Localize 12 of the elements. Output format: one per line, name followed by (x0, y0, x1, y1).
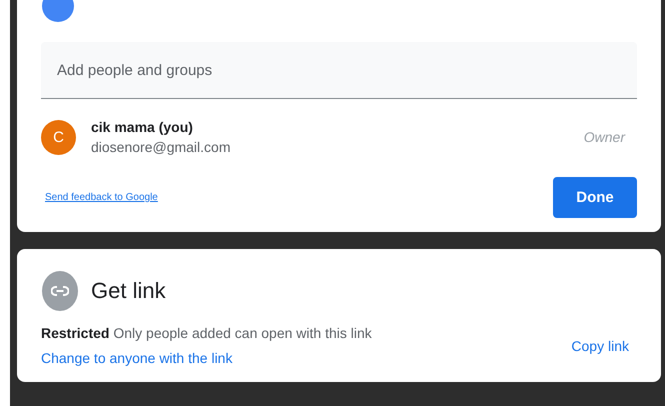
done-button[interactable]: Done (553, 177, 637, 218)
get-link-title: Get link (91, 278, 166, 304)
person-name: cik mama (you) (91, 119, 194, 135)
access-description: Restricted Only people added can open with this link (41, 325, 372, 341)
copy-link[interactable]: Copy link (571, 338, 629, 354)
link-icon (42, 271, 78, 311)
change-access-link[interactable]: Change to anyone with the link (41, 350, 372, 366)
feedback-link[interactable]: Send feedback to Google (45, 192, 158, 203)
person-email: diosenore@gmail.com (91, 139, 232, 155)
avatar: C (41, 120, 76, 154)
add-people-field[interactable]: Add people and groups (41, 42, 637, 99)
role-label: Owner (584, 129, 625, 145)
